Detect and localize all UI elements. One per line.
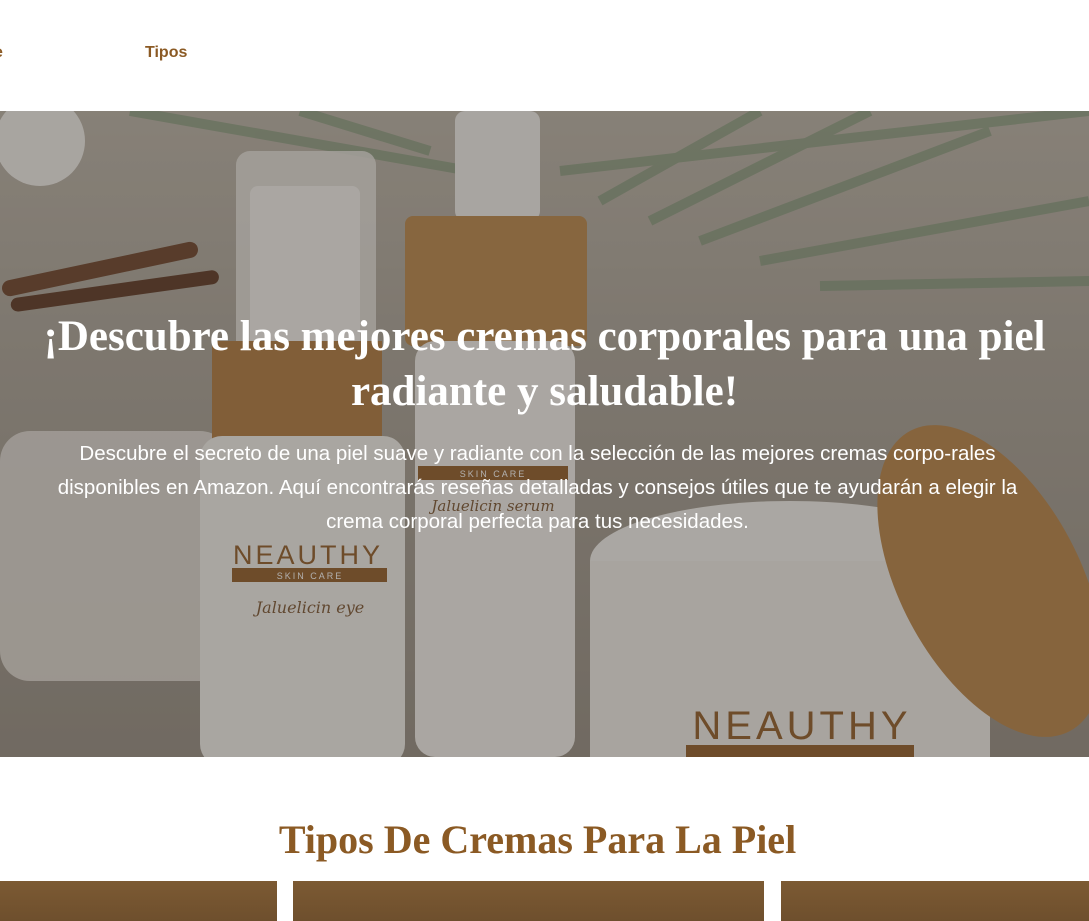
cream-type-card[interactable] [0,881,277,921]
hero-title: ¡Descubre las mejores cremas corporales … [43,313,1046,415]
nav-item-tipos[interactable]: Tipos [145,44,187,62]
nav-item-partial[interactable]: e [0,44,3,62]
hero-banner: NEAUTHY SKIN CARE Jaluelicin eye SKIN CA… [0,111,1089,757]
section-title: Tipos De Cremas Para La Piel [278,817,797,862]
cream-type-card[interactable] [293,881,764,921]
hero-overlay [0,111,1089,757]
hero-description: Descubre el secreto de una piel suave y … [57,442,1018,533]
cream-type-card[interactable] [781,881,1089,921]
site-header: e Tipos [0,0,1089,111]
